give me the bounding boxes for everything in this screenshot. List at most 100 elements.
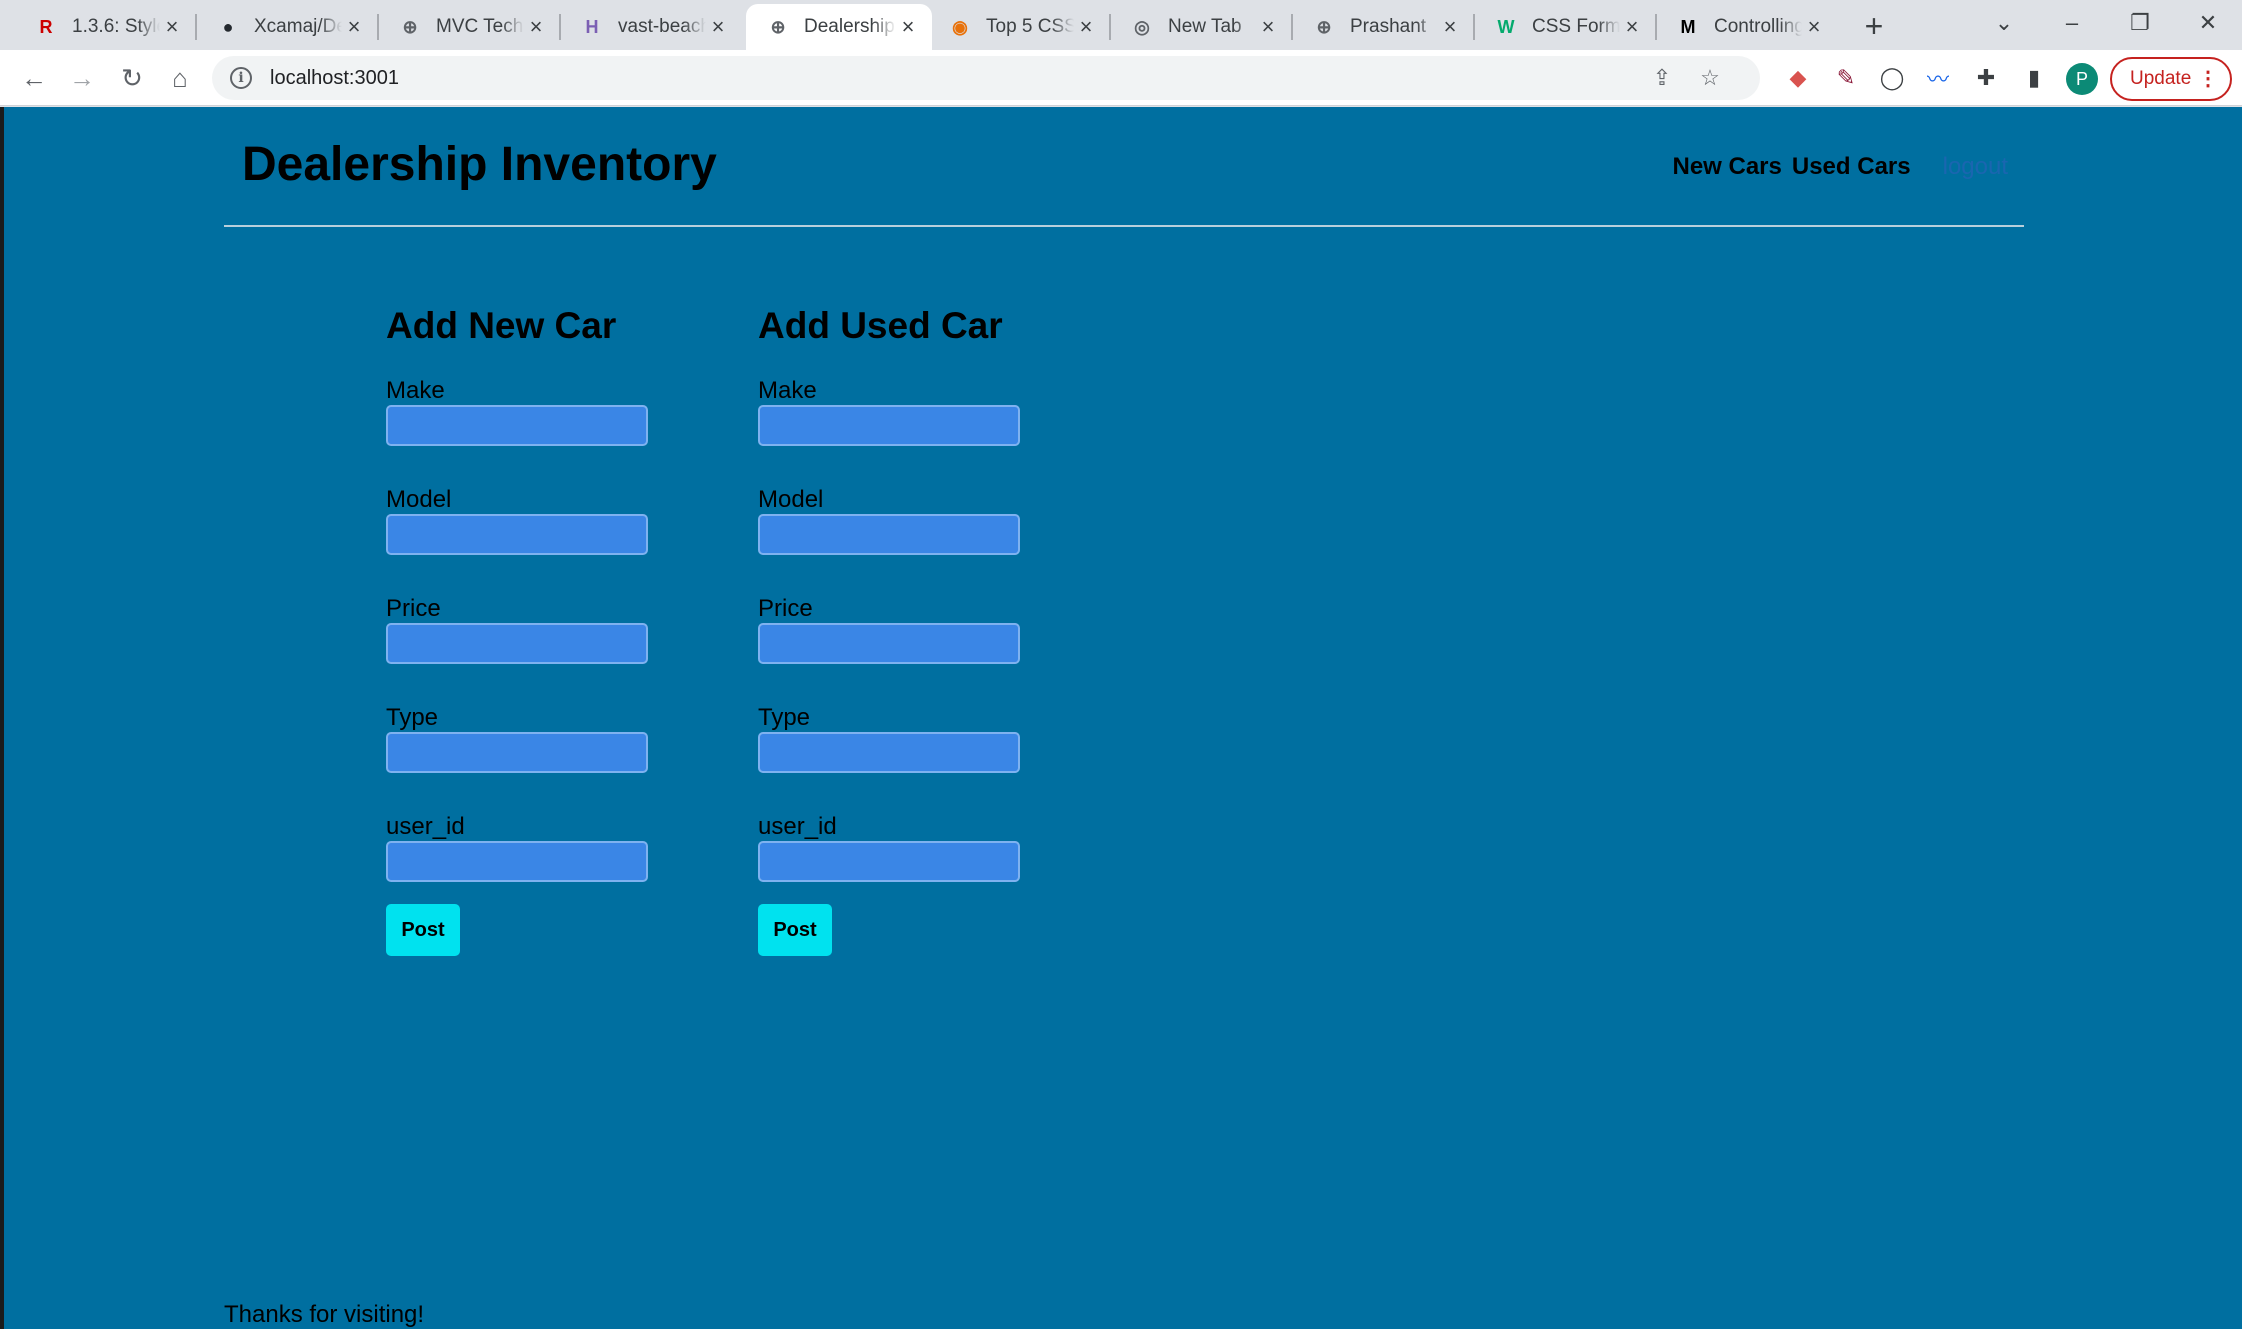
more-menu-icon[interactable]: ⋮ bbox=[2198, 69, 2218, 89]
browser-tab[interactable]: ● Xcamaj/De × bbox=[196, 4, 378, 50]
type-label: Type bbox=[758, 704, 811, 731]
heroku-icon: H bbox=[585, 16, 599, 37]
globe-icon: ⊕ bbox=[402, 16, 418, 37]
browser-tab[interactable]: ⊕ Dealership × bbox=[746, 4, 932, 50]
tab-title: CSS Forms bbox=[1532, 16, 1620, 37]
tab-title: Top 5 CSS bbox=[986, 16, 1074, 37]
user-id-label: user_id bbox=[758, 813, 837, 840]
code-extension-icon[interactable]: ◯ bbox=[1876, 62, 1908, 94]
w3schools-icon: W bbox=[1497, 16, 1515, 37]
bookmark-star-icon[interactable]: ☆ bbox=[1696, 64, 1724, 92]
url-text: localhost:3001 bbox=[270, 66, 399, 89]
tab-title: 1.3.6: Style bbox=[72, 16, 160, 37]
extension-icon[interactable]: ◆ bbox=[1782, 62, 1814, 94]
new-car-post-button[interactable]: Post bbox=[386, 904, 460, 956]
tab-close-icon[interactable]: × bbox=[1256, 14, 1280, 39]
update-label: Update bbox=[2130, 68, 2192, 89]
model-label: Model bbox=[386, 486, 452, 513]
price-label: Price bbox=[386, 595, 441, 622]
tab-close-icon[interactable]: × bbox=[342, 14, 366, 39]
home-icon[interactable]: ⌂ bbox=[162, 60, 198, 96]
browser-tab[interactable]: W CSS Forms× bbox=[1474, 4, 1656, 50]
used-car-user-id-input[interactable] bbox=[758, 841, 1020, 882]
browser-tab[interactable]: ◉ Top 5 CSS × bbox=[928, 4, 1110, 50]
address-bar[interactable]: i localhost:3001 ⇪ ☆ bbox=[212, 56, 1760, 100]
side-panel-icon[interactable]: ▮ bbox=[2018, 62, 2050, 94]
wave-extension-icon[interactable]: 〰 bbox=[1922, 62, 1954, 94]
browser-tab[interactable]: M Controlling × bbox=[1656, 4, 1838, 50]
make-label: Make bbox=[758, 377, 817, 404]
tab-search-chevron-icon[interactable]: ⌄ bbox=[1984, 6, 2024, 40]
share-icon[interactable]: ⇪ bbox=[1648, 64, 1676, 92]
add-new-car-form: Add New Car Make Model Price Type user_i… bbox=[386, 305, 666, 956]
window-edge bbox=[0, 107, 4, 1329]
tab-close-icon[interactable]: × bbox=[1438, 14, 1462, 39]
new-car-user-id-input[interactable] bbox=[386, 841, 648, 882]
restore-icon[interactable]: ❐ bbox=[2120, 6, 2160, 40]
used-car-post-button[interactable]: Post bbox=[758, 904, 832, 956]
profile-avatar[interactable]: P bbox=[2066, 63, 2098, 95]
tab-title: MVC Tech bbox=[436, 16, 524, 37]
rails-icon: R bbox=[39, 16, 53, 37]
used-car-make-input[interactable] bbox=[758, 405, 1020, 446]
browser-toolbar: ← → ↻ ⌂ i localhost:3001 ⇪ ☆ ◆ ✎ ◯ 〰 ✚ ▮… bbox=[0, 50, 2242, 106]
tab-title: Dealership bbox=[804, 16, 895, 37]
add-used-car-form: Add Used Car Make Model Price Type user_… bbox=[758, 305, 1038, 956]
new-car-type-input[interactable] bbox=[386, 732, 648, 773]
tab-close-icon[interactable]: × bbox=[1074, 14, 1098, 39]
tab-close-icon[interactable]: × bbox=[896, 14, 920, 39]
tab-title: New Tab bbox=[1168, 16, 1242, 37]
update-button[interactable]: Update ⋮ bbox=[2110, 57, 2232, 101]
nav-used-cars-link[interactable]: Used Cars bbox=[1792, 153, 1911, 181]
price-label: Price bbox=[758, 595, 813, 622]
new-tab-button[interactable]: + bbox=[1858, 8, 1890, 44]
footer-text: Thanks for visiting! bbox=[224, 1301, 425, 1328]
tab-close-icon[interactable]: × bbox=[706, 14, 730, 39]
chrome-icon: ◎ bbox=[1134, 16, 1150, 37]
reload-icon[interactable]: ↻ bbox=[114, 60, 150, 96]
new-car-price-input[interactable] bbox=[386, 623, 648, 664]
nav-logout-link[interactable]: logout bbox=[1943, 153, 2008, 181]
new-car-model-input[interactable] bbox=[386, 514, 648, 555]
used-car-price-input[interactable] bbox=[758, 623, 1020, 664]
tab-title: vast-beach bbox=[618, 16, 706, 37]
make-label: Make bbox=[386, 377, 445, 404]
browser-tab[interactable]: Hvast-beach × bbox=[560, 4, 742, 50]
user-id-label: user_id bbox=[386, 813, 465, 840]
web-page: Dealership Inventory New Cars Used Cars … bbox=[0, 107, 2242, 1329]
tab-close-icon[interactable]: × bbox=[160, 14, 184, 39]
site-nav: New Cars Used Cars logout bbox=[1672, 153, 2008, 181]
site-title: Dealership Inventory bbox=[242, 138, 717, 191]
tab-close-icon[interactable]: × bbox=[524, 14, 548, 39]
new-car-make-input[interactable] bbox=[386, 405, 648, 446]
tab-title: Controlling bbox=[1714, 16, 1802, 37]
globe-icon: ⊕ bbox=[770, 16, 786, 37]
globe-icon: ⊕ bbox=[1316, 16, 1332, 37]
browser-tab[interactable]: R 1.3.6: Style × bbox=[14, 4, 196, 50]
tab-title: Prashant bbox=[1350, 16, 1427, 37]
tab-title: Xcamaj/De bbox=[254, 16, 342, 37]
close-window-icon[interactable]: ✕ bbox=[2188, 6, 2228, 40]
tab-strip: R 1.3.6: Style × ● Xcamaj/De × ⊕ MVC Tech × Hvast… bbox=[0, 0, 2242, 50]
used-car-model-input[interactable] bbox=[758, 514, 1020, 555]
site-info-icon[interactable]: i bbox=[230, 67, 252, 89]
browser-tab[interactable]: ◎ New Tab × bbox=[1110, 4, 1292, 50]
mdn-icon: M bbox=[1680, 16, 1696, 37]
used-car-type-input[interactable] bbox=[758, 732, 1020, 773]
browser-tab[interactable]: ⊕ MVC Tech × bbox=[378, 4, 560, 50]
form-heading: Add New Car bbox=[386, 305, 617, 346]
nav-new-cars-link[interactable]: New Cars bbox=[1672, 153, 1781, 181]
site-icon: ◉ bbox=[952, 16, 968, 37]
forward-arrow-icon[interactable]: → bbox=[64, 60, 100, 96]
minimize-icon[interactable]: – bbox=[2052, 6, 2092, 40]
github-icon: ● bbox=[222, 16, 234, 37]
tab-close-icon[interactable]: × bbox=[1802, 14, 1826, 39]
tab-close-icon[interactable]: × bbox=[1620, 14, 1644, 39]
model-label: Model bbox=[758, 486, 824, 513]
type-label: Type bbox=[386, 704, 439, 731]
eyedropper-extension-icon[interactable]: ✎ bbox=[1830, 62, 1862, 94]
back-arrow-icon[interactable]: ← bbox=[16, 60, 52, 96]
browser-tab[interactable]: ⊕ Prashant × bbox=[1292, 4, 1474, 50]
puzzle-extensions-icon[interactable]: ✚ bbox=[1970, 62, 2002, 94]
site-header: Dealership Inventory New Cars Used Cars … bbox=[224, 107, 2024, 227]
